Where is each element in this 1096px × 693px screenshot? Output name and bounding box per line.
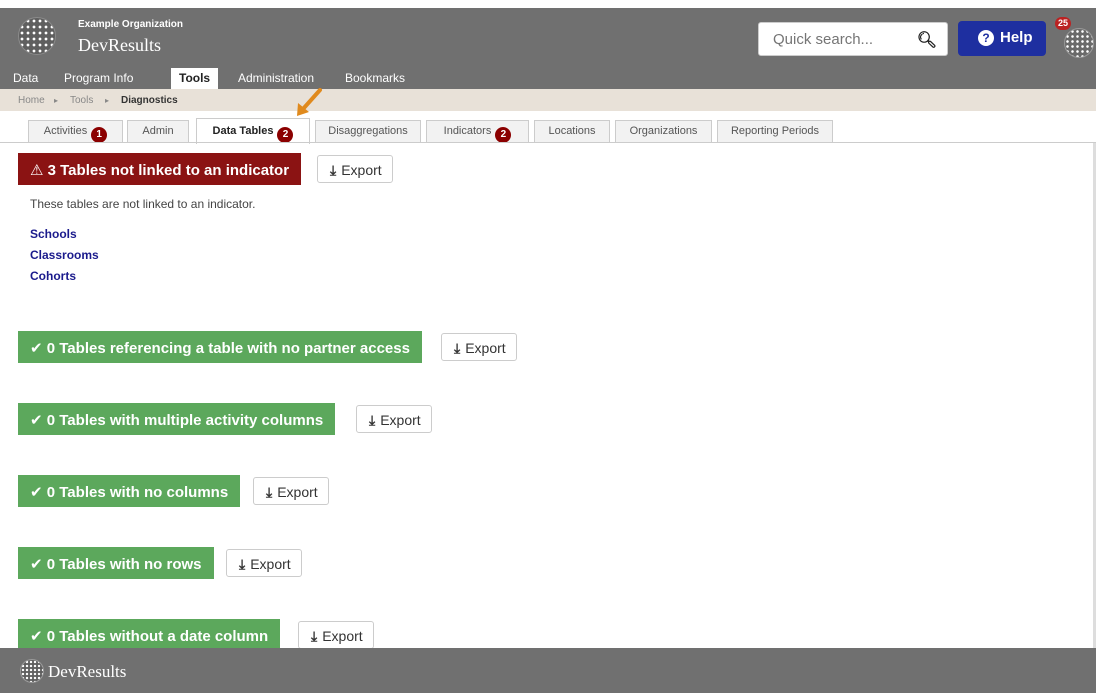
export-label: Export <box>380 412 421 428</box>
tab-count-badge: 1 <box>91 127 108 143</box>
download-icon: ⤓ <box>454 340 461 356</box>
export-label: Export <box>465 340 506 356</box>
tab-label: Activities <box>43 125 88 137</box>
tab-divider <box>0 142 1096 143</box>
nav-item-data[interactable]: Data <box>13 71 38 85</box>
section-description: These tables are not linked to an indica… <box>30 197 256 211</box>
tab-indicators[interactable]: Indicators 2 <box>426 120 529 143</box>
breadcrumb: Home ▸ Tools ▸ Diagnostics <box>0 89 1096 111</box>
diagnostics-tabs: Activities 1 Admin Data Tables 2 Disaggreg… <box>0 111 1096 144</box>
download-icon: ⤓ <box>369 412 376 428</box>
diagnostic-label-text: 0 Tables with multiple activity columns <box>46 412 324 429</box>
pointer-arrow-icon <box>297 88 322 116</box>
download-icon: ⤓ <box>266 484 273 500</box>
export-button[interactable]: ⤓ Export <box>253 477 329 505</box>
warning-icon: ⚠ <box>30 162 44 179</box>
check-icon: ✔ <box>30 628 43 645</box>
tab-label: Reporting Periods <box>730 125 820 137</box>
tab-label: Admin <box>142 125 174 137</box>
app-footer: DevResults <box>0 648 1096 693</box>
nav-item-program-info[interactable]: Program Info <box>64 71 133 85</box>
table-link-cohorts[interactable]: Cohorts <box>30 269 76 283</box>
nav-item-bookmarks[interactable]: Bookmarks <box>345 71 405 85</box>
export-button[interactable]: ⤓ Export <box>226 549 302 577</box>
tab-label: Disaggregations <box>328 125 408 137</box>
tab-activities[interactable]: Activities 1 <box>28 120 123 143</box>
help-button[interactable]: ? Help <box>958 21 1046 56</box>
app-header: Example Organization DevResults 🔍︎ ? Help… <box>0 8 1096 67</box>
tab-locations[interactable]: Locations <box>534 120 610 142</box>
download-icon: ⤓ <box>330 162 337 178</box>
main-nav: Data Program Info Tools Administration B… <box>0 67 1096 89</box>
tab-admin[interactable]: Admin <box>127 120 189 142</box>
footer-brand: DevResults <box>48 662 127 681</box>
devresults-logo-icon[interactable] <box>18 17 56 55</box>
tab-label: Indicators <box>443 125 492 137</box>
diagnostic-warning-label: ⚠ 3 Tables not linked to an indicator <box>18 153 302 185</box>
tab-count-badge: 2 <box>277 127 294 143</box>
breadcrumb-separator-icon: ▸ <box>54 96 59 105</box>
download-icon: ⤓ <box>239 556 246 572</box>
question-icon: ? <box>978 30 994 46</box>
diagnostic-label-text: 3 Tables not linked to an indicator <box>47 162 290 179</box>
breadcrumb-tools[interactable]: Tools <box>70 95 93 106</box>
breadcrumb-separator-icon: ▸ <box>105 96 110 105</box>
diagnostic-ok-label: ✔ 0 Tables with no columns <box>18 475 241 507</box>
tab-count-badge: 2 <box>495 127 512 143</box>
notification-badge[interactable]: 25 <box>1055 17 1072 30</box>
check-icon: ✔ <box>30 556 43 573</box>
check-icon: ✔ <box>30 412 43 429</box>
export-button[interactable]: ⤓ Export <box>441 333 517 361</box>
export-label: Export <box>341 162 382 178</box>
tab-label: Data Tables <box>212 125 274 137</box>
organization-name: Example Organization <box>78 19 184 30</box>
tab-label: Organizations <box>629 125 698 137</box>
diagnostic-ok-label: ✔ 0 Tables referencing a table with no p… <box>18 331 422 363</box>
search-input[interactable] <box>771 23 915 55</box>
tab-reporting-periods[interactable]: Reporting Periods <box>717 120 833 142</box>
diagnostic-ok-label: ✔ 0 Tables with multiple activity column… <box>18 403 336 435</box>
breadcrumb-home[interactable]: Home <box>18 95 45 106</box>
check-icon: ✔ <box>30 340 43 357</box>
diagnostic-label-text: 0 Tables without a date column <box>46 628 269 645</box>
user-avatar[interactable] <box>1064 28 1094 58</box>
help-label: Help <box>1000 29 1033 46</box>
diagnostic-label-text: 0 Tables referencing a table with no par… <box>46 340 410 357</box>
diagnostic-ok-label: ✔ 0 Tables with no rows <box>18 547 214 579</box>
diagnostic-ok-label: ✔ 0 Tables without a date column <box>18 619 281 651</box>
nav-item-tools[interactable]: Tools <box>171 68 219 89</box>
nav-item-administration[interactable]: Administration <box>238 71 314 85</box>
export-label: Export <box>277 484 318 500</box>
quick-search[interactable]: 🔍︎ <box>758 22 948 56</box>
tab-data-tables[interactable]: Data Tables 2 <box>196 118 310 144</box>
export-button[interactable]: ⤓ Export <box>298 621 374 649</box>
tab-disaggregations[interactable]: Disaggregations <box>315 120 421 142</box>
diagnostic-label-text: 0 Tables with no rows <box>46 556 202 573</box>
diagnostic-label-text: 0 Tables with no columns <box>46 484 229 501</box>
export-button[interactable]: ⤓ Export <box>356 405 432 433</box>
export-button[interactable]: ⤓ Export <box>317 155 393 183</box>
check-icon: ✔ <box>30 484 43 501</box>
export-label: Export <box>322 628 363 644</box>
table-link-schools[interactable]: Schools <box>30 227 77 241</box>
devresults-logo-icon <box>20 659 44 683</box>
tab-label: Locations <box>548 125 596 137</box>
table-link-classrooms[interactable]: Classrooms <box>30 248 99 262</box>
export-label: Export <box>250 556 291 572</box>
search-icon[interactable]: 🔍︎ <box>917 30 937 50</box>
tab-organizations[interactable]: Organizations <box>615 120 712 142</box>
brand-name[interactable]: DevResults <box>78 35 161 56</box>
download-icon: ⤓ <box>311 628 318 644</box>
breadcrumb-diagnostics: Diagnostics <box>121 95 178 106</box>
